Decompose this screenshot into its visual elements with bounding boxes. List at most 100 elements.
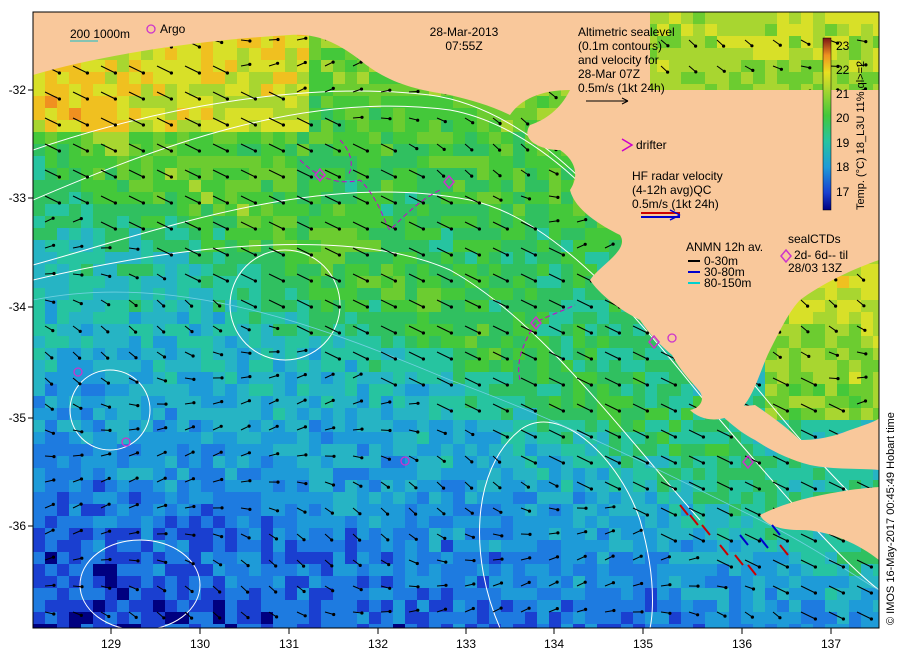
sst-pixel bbox=[261, 156, 273, 168]
sst-pixel bbox=[333, 600, 345, 612]
sst-pixel bbox=[285, 48, 297, 60]
sst-pixel bbox=[393, 216, 405, 228]
arrow-head bbox=[757, 487, 762, 491]
sst-pixel bbox=[273, 216, 285, 228]
sst-pixel bbox=[621, 504, 633, 516]
sst-pixel bbox=[621, 456, 633, 468]
sst-pixel bbox=[297, 504, 309, 516]
sst-pixel bbox=[117, 216, 129, 228]
sst-pixel bbox=[849, 600, 861, 612]
sst-pixel bbox=[345, 480, 357, 492]
arrow-head bbox=[561, 435, 566, 439]
sst-pixel bbox=[465, 612, 477, 624]
sst-pixel bbox=[129, 456, 141, 468]
sst-pixel bbox=[297, 480, 309, 492]
sst-pixel bbox=[501, 480, 513, 492]
sst-pixel bbox=[441, 492, 453, 504]
sst-pixel bbox=[249, 156, 261, 168]
sst-pixel bbox=[165, 612, 177, 624]
sst-pixel bbox=[465, 300, 477, 312]
sst-pixel bbox=[81, 408, 93, 420]
sst-pixel bbox=[585, 444, 597, 456]
sst-pixel bbox=[285, 216, 297, 228]
sst-pixel bbox=[525, 588, 537, 600]
arrow-head bbox=[163, 589, 167, 593]
sst-pixel bbox=[33, 132, 45, 144]
sst-pixel bbox=[369, 132, 381, 144]
sst-pixel bbox=[453, 216, 465, 228]
sst-pixel bbox=[201, 180, 213, 192]
sst-pixel bbox=[669, 48, 681, 60]
sst-pixel bbox=[297, 384, 309, 396]
sst-pixel bbox=[405, 480, 417, 492]
sst-pixel bbox=[549, 492, 561, 504]
arrow-head bbox=[108, 428, 112, 432]
sst-pixel bbox=[837, 24, 849, 36]
sst-pixel bbox=[81, 624, 93, 628]
sst-pixel bbox=[105, 564, 117, 576]
sst-pixel bbox=[597, 312, 609, 324]
sst-pixel bbox=[453, 444, 465, 456]
sst-pixel bbox=[405, 492, 417, 504]
sst-pixel bbox=[189, 528, 201, 540]
sst-pixel bbox=[633, 600, 645, 612]
sst-pixel bbox=[561, 624, 573, 628]
sst-pixel bbox=[285, 492, 297, 504]
sst-pixel bbox=[189, 480, 201, 492]
sst-pixel bbox=[585, 492, 597, 504]
sst-pixel bbox=[201, 456, 213, 468]
sst-pixel bbox=[669, 552, 681, 564]
arrow-head bbox=[477, 357, 481, 361]
arrow-head bbox=[729, 565, 734, 569]
sst-pixel bbox=[597, 432, 609, 444]
sst-pixel bbox=[129, 108, 141, 120]
sst-pixel bbox=[381, 144, 393, 156]
sst-pixel bbox=[489, 192, 501, 204]
sst-pixel bbox=[429, 624, 441, 628]
sst-pixel bbox=[141, 456, 153, 468]
sst-pixel bbox=[261, 168, 273, 180]
sst-pixel bbox=[849, 384, 861, 396]
sst-pixel bbox=[285, 444, 297, 456]
sst-pixel bbox=[237, 516, 249, 528]
sst-pixel bbox=[405, 516, 417, 528]
arrow-head bbox=[331, 60, 335, 64]
sst-pixel bbox=[681, 24, 693, 36]
sst-pixel bbox=[801, 612, 813, 624]
sst-pixel bbox=[465, 204, 477, 216]
sst-pixel bbox=[357, 72, 369, 84]
sst-pixel bbox=[393, 552, 405, 564]
arrow-head bbox=[729, 487, 734, 491]
arrow-head bbox=[645, 383, 650, 387]
sst-pixel bbox=[81, 324, 93, 336]
arrow-head bbox=[303, 398, 307, 402]
sst-pixel bbox=[861, 48, 873, 60]
sst-pixel bbox=[489, 396, 501, 408]
sst-pixel bbox=[237, 96, 249, 108]
sst-pixel bbox=[429, 108, 441, 120]
sst-pixel bbox=[489, 300, 501, 312]
arrow-head bbox=[281, 253, 285, 257]
sst-pixel bbox=[261, 492, 273, 504]
arrow-head bbox=[449, 331, 453, 335]
sst-pixel bbox=[657, 600, 669, 612]
sst-pixel bbox=[369, 528, 381, 540]
sst-pixel bbox=[105, 180, 117, 192]
sst-pixel bbox=[693, 12, 705, 24]
sst-pixel bbox=[93, 156, 105, 168]
sst-pixel bbox=[465, 360, 477, 372]
sst-pixel bbox=[645, 468, 657, 480]
arrow-head bbox=[274, 590, 278, 594]
arrow-head bbox=[561, 253, 566, 257]
sst-pixel bbox=[189, 264, 201, 276]
sst-pixel bbox=[549, 564, 561, 576]
sst-pixel bbox=[141, 504, 153, 516]
arrow-head bbox=[645, 331, 650, 335]
sst-pixel bbox=[141, 180, 153, 192]
sst-pixel bbox=[501, 168, 513, 180]
sst-pixel bbox=[213, 240, 225, 252]
sst-pixel bbox=[537, 204, 549, 216]
arrow-head bbox=[197, 149, 201, 153]
sst-pixel bbox=[537, 360, 549, 372]
sst-pixel bbox=[465, 228, 477, 240]
